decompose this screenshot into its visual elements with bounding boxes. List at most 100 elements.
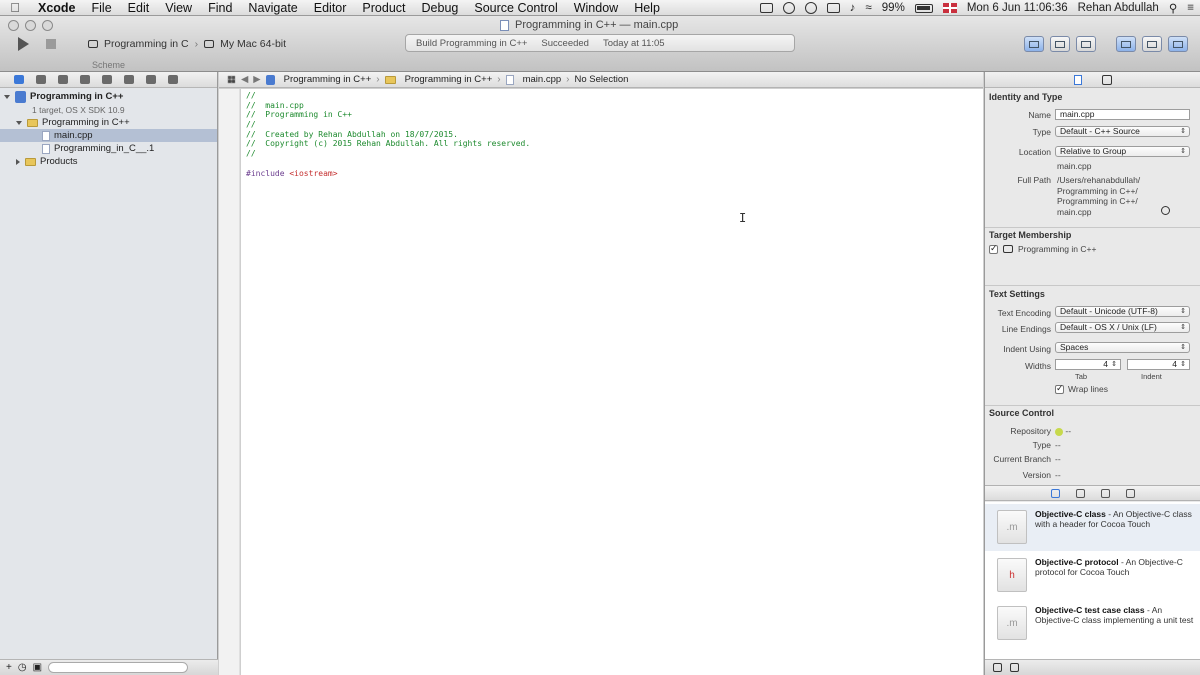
toggle-debug-button[interactable] <box>1142 36 1162 52</box>
reveal-in-finder-icon[interactable] <box>1161 206 1170 215</box>
type-label: Type <box>1032 127 1051 137</box>
breadcrumb-symbol[interactable]: No Selection <box>575 74 629 85</box>
menu-view[interactable]: View <box>157 1 200 15</box>
menu-debug[interactable]: Debug <box>414 1 467 15</box>
battery-icon[interactable] <box>914 3 933 13</box>
filter-scm-icon[interactable]: ▣ <box>33 662 42 673</box>
grid-view-icon[interactable] <box>993 663 1002 672</box>
tree-row-group[interactable]: Programming in C++ <box>0 116 217 129</box>
notification-icon[interactable]: ≡ <box>1187 2 1194 14</box>
tab-width-stepper[interactable]: 4 ⇕ <box>1055 359 1121 370</box>
menu-navigate[interactable]: Navigate <box>240 1 305 15</box>
library-item[interactable]: .m Objective-C test case class - An Obje… <box>985 600 1200 647</box>
code-line[interactable]: // <box>246 149 983 159</box>
code-line-include[interactable]: #include <iostream> <box>246 169 983 179</box>
menu-window[interactable]: Window <box>566 1 626 15</box>
activity-build-text: Build Programming in C++ <box>416 37 528 49</box>
tree-row-main-cpp[interactable]: main.cpp <box>0 129 217 142</box>
test-navigator-tab-icon[interactable] <box>102 75 112 84</box>
volume-icon[interactable]: ♪ <box>850 2 856 14</box>
tree-row-products[interactable]: Products <box>0 155 217 168</box>
symbol-navigator-tab-icon[interactable] <box>36 75 46 84</box>
toggle-utilities-button[interactable] <box>1168 36 1188 52</box>
indent-width-stepper[interactable]: 4 ⇕ <box>1127 359 1190 370</box>
recent-files-icon[interactable]: ◷ <box>18 662 27 673</box>
log-navigator-tab-icon[interactable] <box>168 75 178 84</box>
menu-clock[interactable]: Mon 6 Jun 11:06:36 <box>967 2 1068 14</box>
standard-editor-button[interactable] <box>1024 36 1044 52</box>
zoom-window-icon[interactable] <box>42 20 53 31</box>
media-library-icon[interactable] <box>1125 488 1135 498</box>
timemachine-icon[interactable] <box>782 2 795 14</box>
menu-help[interactable]: Help <box>626 1 668 15</box>
back-arrow-icon[interactable]: ◀ <box>241 74 248 85</box>
code-line[interactable]: // Copyright (c) 2015 Rehan Abdullah. Al… <box>246 139 983 149</box>
wifi-icon[interactable]: ≈ <box>865 2 871 14</box>
name-field[interactable]: main.cpp <box>1055 109 1190 120</box>
encoding-select[interactable]: Default - Unicode (UTF-8) ⇕ <box>1055 306 1190 317</box>
code-line[interactable]: // Programming in C++ <box>246 110 983 120</box>
navigator-filter-field[interactable] <box>48 662 189 673</box>
menu-editor[interactable]: Editor <box>306 1 355 15</box>
project-navigator-tab-icon[interactable] <box>14 75 24 84</box>
code-line[interactable] <box>246 159 983 169</box>
tree-row-man-page[interactable]: Programming_in_C__.1 <box>0 142 217 155</box>
breadcrumb-file[interactable]: main.cpp <box>523 74 562 85</box>
location-select[interactable]: Relative to Group ⇕ <box>1055 146 1190 157</box>
assistant-editor-button[interactable] <box>1050 36 1070 52</box>
indent-using-select[interactable]: Spaces ⇕ <box>1055 342 1190 353</box>
disclosure-open-icon[interactable] <box>4 94 10 99</box>
display-icon[interactable] <box>759 3 773 13</box>
source-editor[interactable]: // // main.cpp // Programming in C++ // … <box>241 89 983 675</box>
breadcrumb-group[interactable]: Programming in C++ <box>405 74 493 85</box>
debug-navigator-tab-icon[interactable] <box>124 75 134 84</box>
list-view-icon[interactable] <box>1010 663 1019 672</box>
file-template-library-icon[interactable] <box>1050 488 1060 498</box>
target-checkbox[interactable] <box>989 243 998 254</box>
menu-app[interactable]: Xcode <box>30 1 84 15</box>
menu-source-control[interactable]: Source Control <box>466 1 565 15</box>
editor-gutter[interactable] <box>219 89 240 675</box>
disclosure-open-icon[interactable] <box>16 120 22 125</box>
find-navigator-tab-icon[interactable] <box>58 75 68 84</box>
apple-menu-icon[interactable]:  <box>0 0 30 15</box>
version-editor-button[interactable] <box>1076 36 1096 52</box>
menu-product[interactable]: Product <box>354 1 413 15</box>
stop-button[interactable] <box>46 39 56 49</box>
products-name: Products <box>40 156 78 167</box>
code-line[interactable]: // <box>246 91 983 101</box>
minimize-window-icon[interactable] <box>25 20 36 31</box>
toggle-navigator-button[interactable] <box>1116 36 1136 52</box>
bluetooth-icon[interactable] <box>826 3 840 13</box>
menu-user[interactable]: Rehan Abdullah <box>1078 2 1159 14</box>
close-window-icon[interactable] <box>8 20 19 31</box>
issue-navigator-tab-icon[interactable] <box>80 75 90 84</box>
library-item[interactable]: .m Objective-C class - An Objective-C cl… <box>985 504 1200 551</box>
menu-find[interactable]: Find <box>200 1 240 15</box>
breadcrumb-project[interactable]: Programming in C++ <box>284 74 372 85</box>
sync-icon[interactable] <box>804 2 817 14</box>
menu-file[interactable]: File <box>84 1 120 15</box>
quick-help-icon[interactable] <box>1101 74 1112 85</box>
code-line[interactable]: // main.cpp <box>246 101 983 111</box>
code-line[interactable]: // <box>246 120 983 130</box>
related-items-icon[interactable]: ▦ <box>227 74 236 85</box>
file-type-select[interactable]: Default - C++ Source ⇕ <box>1055 126 1190 137</box>
add-file-icon[interactable]: + <box>6 662 12 673</box>
scheme-selector[interactable]: Programming in C › My Mac 64-bit <box>88 36 286 52</box>
input-flag-icon[interactable] <box>942 3 957 13</box>
file-inspector-icon[interactable] <box>1073 74 1082 85</box>
code-line[interactable]: // Created by Rehan Abdullah on 18/07/20… <box>246 130 983 140</box>
spotlight-icon[interactable]: ⚲ <box>1169 1 1177 15</box>
object-library-icon[interactable] <box>1100 488 1110 498</box>
wrap-lines-checkbox[interactable] <box>1055 383 1064 394</box>
tree-row-project[interactable]: Programming in C++ <box>0 90 217 103</box>
breakpoint-navigator-tab-icon[interactable] <box>146 75 156 84</box>
library-item[interactable]: h Objective-C protocol - An Objective-C … <box>985 552 1200 599</box>
line-endings-select[interactable]: Default - OS X / Unix (LF) ⇕ <box>1055 322 1190 333</box>
menu-edit[interactable]: Edit <box>120 1 158 15</box>
forward-arrow-icon[interactable]: ▶ <box>253 74 260 85</box>
disclosure-closed-icon[interactable] <box>16 158 20 165</box>
run-button[interactable] <box>18 37 29 51</box>
code-snippet-library-icon[interactable] <box>1075 488 1085 498</box>
